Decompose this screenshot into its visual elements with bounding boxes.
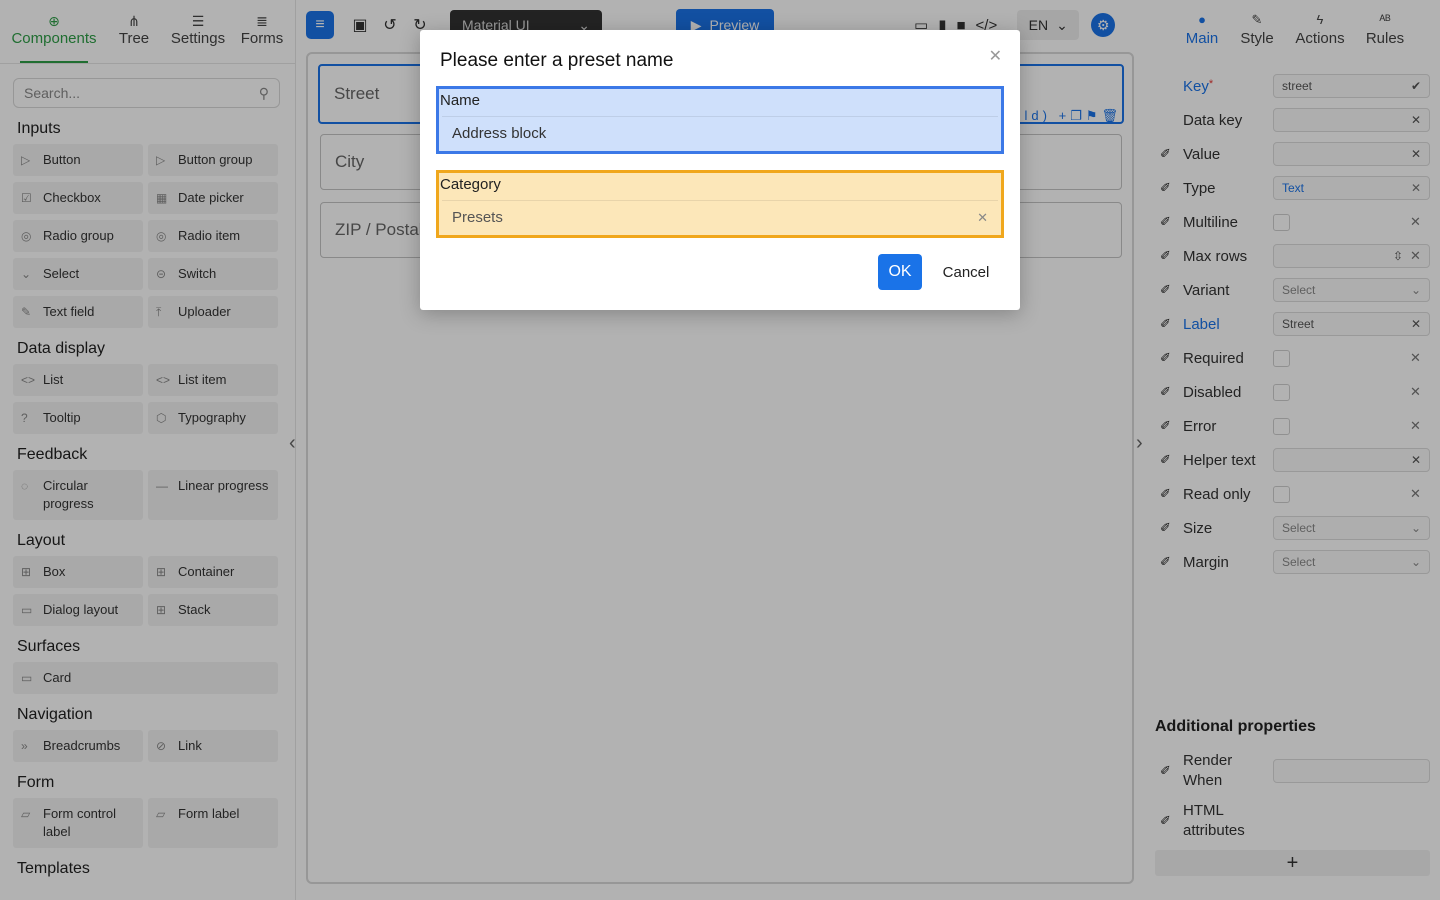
preset-name-dialog: Please enter a preset name ✕ Name Addres… [420,30,1020,310]
preset-name-input[interactable]: Address block [442,116,998,150]
close-icon[interactable]: ✕ [989,46,1002,66]
clear-icon[interactable]: ✕ [977,210,988,226]
preset-name-field: Name Address block [436,86,1004,154]
preset-category-input[interactable]: Presets ✕ [442,200,998,234]
preset-category-label: Category [440,176,501,193]
preset-category-field: Category Presets ✕ [436,170,1004,238]
ok-button[interactable]: OK [878,254,922,290]
dialog-title: Please enter a preset name [440,50,674,71]
preset-name-label: Name [440,92,481,109]
cancel-button[interactable]: Cancel [940,254,992,290]
